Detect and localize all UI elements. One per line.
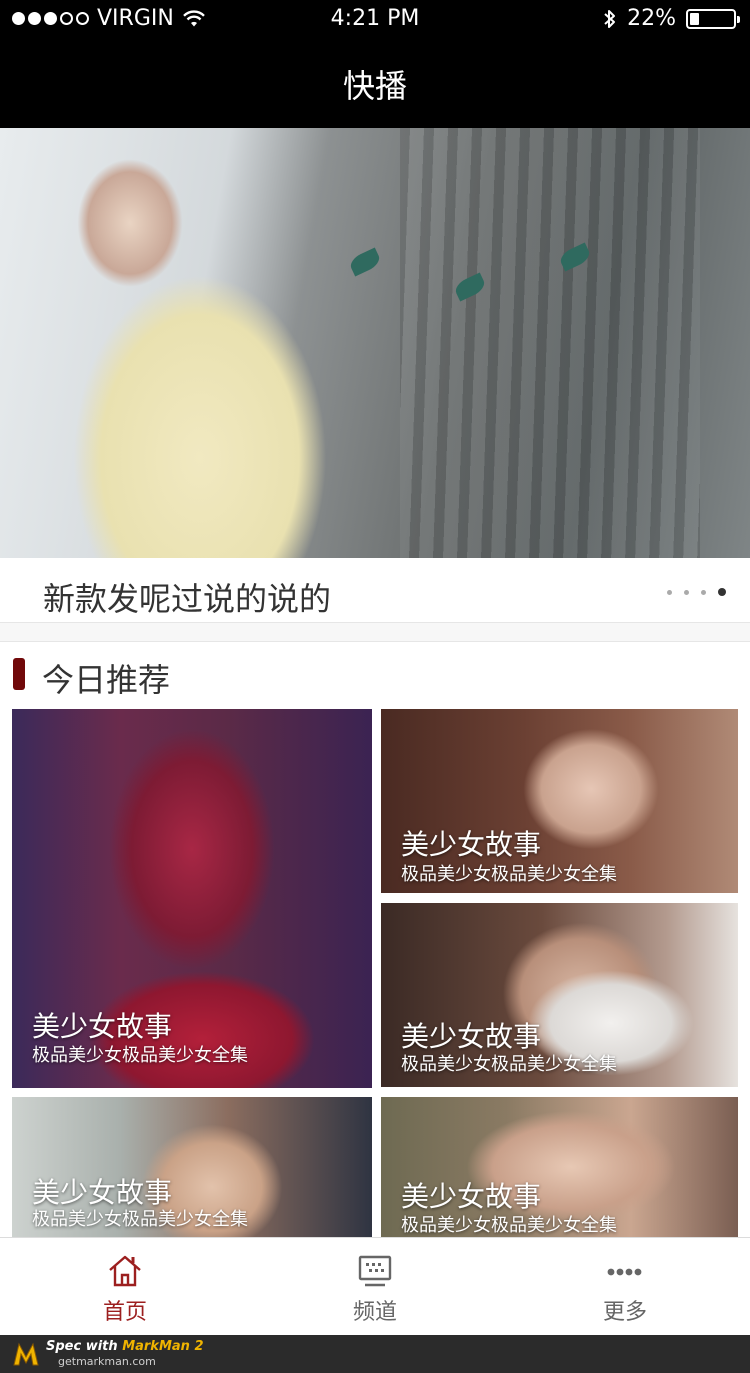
banner-rock-texture bbox=[400, 128, 700, 558]
tab-channel-label: 频道 bbox=[352, 1300, 397, 1325]
banner-caption-text: 新款发呢过说的说的 bbox=[43, 580, 332, 618]
card-subtitle: 极品美少女极品美少女全集 bbox=[401, 1054, 617, 1075]
home-icon bbox=[109, 1255, 141, 1287]
card-title: 美少女故事 bbox=[32, 1010, 173, 1043]
banner-caption: 新款发呢过说的说的 bbox=[0, 558, 750, 622]
banner-image[interactable] bbox=[0, 128, 750, 558]
nav-bar: 快播 bbox=[0, 40, 750, 128]
recommend-card[interactable]: 美少女故事 极品美少女极品美少女全集 bbox=[12, 1097, 372, 1237]
tab-more[interactable]: 更多 bbox=[500, 1238, 750, 1335]
tab-home-label: 首页 bbox=[102, 1300, 147, 1325]
tab-bar: 首页 频道 更多 bbox=[0, 1237, 750, 1335]
nav-title: 快播 bbox=[342, 67, 407, 105]
card-subtitle: 极品美少女极品美少女全集 bbox=[401, 864, 617, 885]
tab-home[interactable]: 首页 bbox=[0, 1238, 250, 1335]
pager-dot[interactable] bbox=[701, 589, 706, 595]
markman-brand-prefix: Spec with bbox=[46, 1339, 123, 1354]
carrier-name: VIRGIN bbox=[97, 6, 174, 31]
pager-dot[interactable] bbox=[718, 588, 726, 596]
bluetooth-icon bbox=[604, 9, 616, 28]
section-divider bbox=[0, 622, 750, 642]
markman-url: getmarkman.com bbox=[58, 1355, 156, 1368]
section-title: 今日推荐 bbox=[42, 661, 171, 699]
tab-channel[interactable]: 频道 bbox=[250, 1238, 500, 1335]
status-bar: VIRGIN 4:21 PM 22% bbox=[0, 0, 750, 40]
recommend-card[interactable]: 美少女故事 极品美少女极品美少女全集 bbox=[12, 709, 372, 1088]
section-header: 今日推荐 bbox=[0, 642, 750, 708]
more-icon bbox=[607, 1268, 642, 1276]
markman-brand: Spec with MarkMan 2 bbox=[46, 1339, 204, 1354]
channel-icon bbox=[358, 1255, 392, 1287]
card-title: 美少女故事 bbox=[401, 1020, 542, 1053]
signal-strength-icon bbox=[12, 12, 89, 25]
pager-dot[interactable] bbox=[684, 589, 689, 595]
battery-icon bbox=[686, 8, 740, 29]
status-left: VIRGIN bbox=[12, 6, 206, 31]
card-subtitle: 极品美少女极品美少女全集 bbox=[32, 1045, 248, 1066]
wifi-icon bbox=[182, 9, 205, 26]
section-accent-bar bbox=[13, 658, 25, 690]
banner-leaf bbox=[347, 247, 383, 277]
recommend-card[interactable]: 美少女故事 极品美少女极品美少女全集 bbox=[381, 709, 738, 893]
recommend-card[interactable]: 美少女故事 极品美少女极品美少女全集 bbox=[381, 1097, 738, 1237]
card-title: 美少女故事 bbox=[401, 1180, 542, 1213]
card-subtitle: 极品美少女极品美少女全集 bbox=[401, 1215, 617, 1236]
status-right: 22% bbox=[603, 6, 740, 31]
battery-fill bbox=[690, 12, 699, 25]
banner-pager[interactable] bbox=[667, 588, 726, 596]
card-subtitle: 极品美少女极品美少女全集 bbox=[32, 1209, 248, 1230]
tab-more-label: 更多 bbox=[602, 1300, 647, 1325]
markman-footer: Spec with MarkMan 2 getmarkman.com bbox=[0, 1335, 750, 1373]
pager-dot[interactable] bbox=[667, 589, 672, 595]
markman-logo-icon bbox=[13, 1342, 39, 1366]
battery-percent: 22% bbox=[627, 6, 676, 31]
card-title: 美少女故事 bbox=[401, 828, 542, 861]
recommend-card[interactable]: 美少女故事 极品美少女极品美少女全集 bbox=[381, 903, 738, 1087]
markman-brand-name: MarkMan 2 bbox=[122, 1339, 204, 1354]
